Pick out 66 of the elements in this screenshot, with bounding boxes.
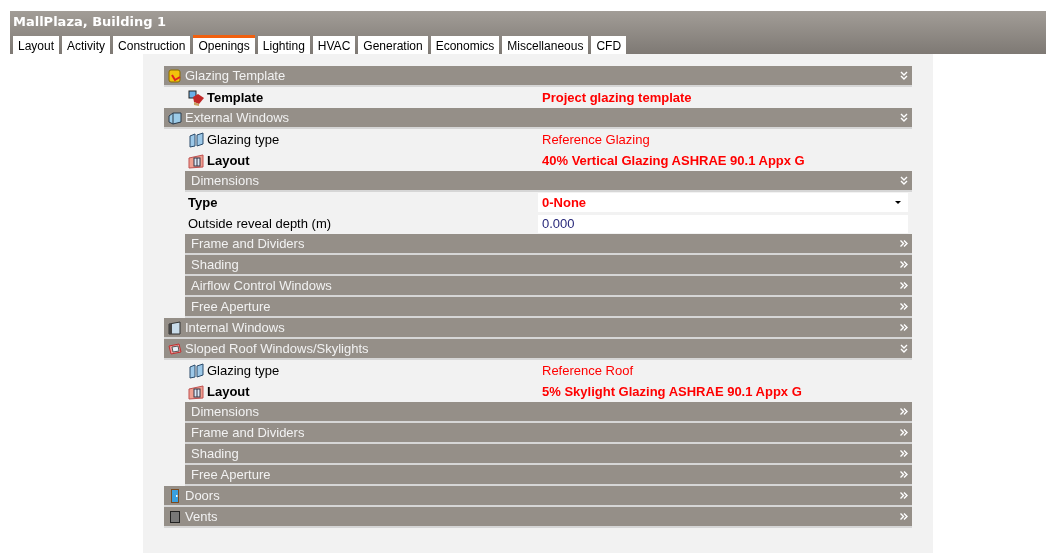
tab[interactable]: Generation xyxy=(358,36,428,54)
template-icon xyxy=(167,67,183,84)
tab[interactable]: Activity xyxy=(62,36,111,54)
skylight-icon xyxy=(167,340,183,357)
tab[interactable]: Openings xyxy=(193,35,255,54)
section-header[interactable]: External Windows xyxy=(164,108,912,129)
field-label: Template xyxy=(207,90,264,105)
expand-right-icon[interactable] xyxy=(900,239,908,248)
expand-right-icon[interactable] xyxy=(900,428,908,437)
section-header[interactable]: Vents xyxy=(164,507,912,528)
tab[interactable]: Lighting xyxy=(257,36,310,54)
field-label: Type xyxy=(188,195,218,210)
expand-right-icon[interactable] xyxy=(900,491,908,500)
expand-down-icon[interactable] xyxy=(900,344,908,353)
window-icon xyxy=(167,319,183,336)
section-header[interactable]: Dimensions xyxy=(185,402,912,423)
section-header[interactable]: Shading xyxy=(185,255,912,276)
section-header[interactable]: Sloped Roof Windows/Skylights xyxy=(164,339,912,360)
section-header[interactable]: Doors xyxy=(164,486,912,507)
field-value[interactable]: 5% Skylight Glazing ASHRAE 90.1 Appx G xyxy=(542,384,802,399)
expand-down-icon[interactable] xyxy=(900,71,908,80)
field-value[interactable]: Project glazing template xyxy=(542,90,692,105)
expand-down-icon[interactable] xyxy=(900,176,908,185)
section-header[interactable]: Internal Windows xyxy=(164,318,912,339)
expand-right-icon[interactable] xyxy=(900,302,908,311)
section-header[interactable]: Airflow Control Windows xyxy=(185,276,912,297)
window-layout-icon xyxy=(188,152,205,169)
type-dropdown[interactable]: 0-None xyxy=(538,193,908,212)
window-icon xyxy=(167,109,183,126)
expand-right-icon[interactable] xyxy=(900,512,908,521)
vent-icon xyxy=(167,508,183,525)
section-header[interactable]: Glazing Template xyxy=(164,66,912,87)
expand-down-icon[interactable] xyxy=(900,113,908,122)
field-value[interactable]: Reference Roof xyxy=(542,363,634,378)
tab[interactable]: CFD xyxy=(591,36,627,54)
field-label: Glazing type xyxy=(207,363,280,378)
window-title: MallPlaza, Building 1 xyxy=(13,13,168,31)
expand-right-icon[interactable] xyxy=(900,323,908,332)
field-label: Outside reveal depth (m) xyxy=(188,216,332,231)
field-label: Layout xyxy=(207,384,250,399)
template-icon xyxy=(188,89,205,106)
dropdown-arrow-icon xyxy=(894,200,902,205)
tab[interactable]: Economics xyxy=(430,36,500,54)
expand-right-icon[interactable] xyxy=(900,449,908,458)
field-value[interactable]: Reference Glazing xyxy=(542,132,650,147)
field-value[interactable]: 40% Vertical Glazing ASHRAE 90.1 Appx G xyxy=(542,153,805,168)
section-header[interactable]: Free Aperture xyxy=(185,465,912,486)
glazing-icon xyxy=(188,362,205,379)
section-header[interactable]: Frame and Dividers xyxy=(185,234,912,255)
field-label: Glazing type xyxy=(207,132,280,147)
section-header[interactable]: Free Aperture xyxy=(185,297,912,318)
tab[interactable]: HVAC xyxy=(312,36,356,54)
tab[interactable]: Miscellaneous xyxy=(502,36,589,54)
glazing-icon xyxy=(188,131,205,148)
tab[interactable]: Construction xyxy=(113,36,191,54)
tab[interactable]: Layout xyxy=(13,36,60,54)
expand-right-icon[interactable] xyxy=(900,407,908,416)
window-layout-icon xyxy=(188,383,205,400)
section-header[interactable]: Dimensions xyxy=(185,171,912,192)
expand-right-icon[interactable] xyxy=(900,470,908,479)
section-header[interactable]: Shading xyxy=(185,444,912,465)
reveal-depth-field[interactable]: 0.000 xyxy=(538,214,908,233)
field-label: Layout xyxy=(207,153,250,168)
expand-right-icon[interactable] xyxy=(900,260,908,269)
section-header[interactable]: Frame and Dividers xyxy=(185,423,912,444)
expand-right-icon[interactable] xyxy=(900,281,908,290)
